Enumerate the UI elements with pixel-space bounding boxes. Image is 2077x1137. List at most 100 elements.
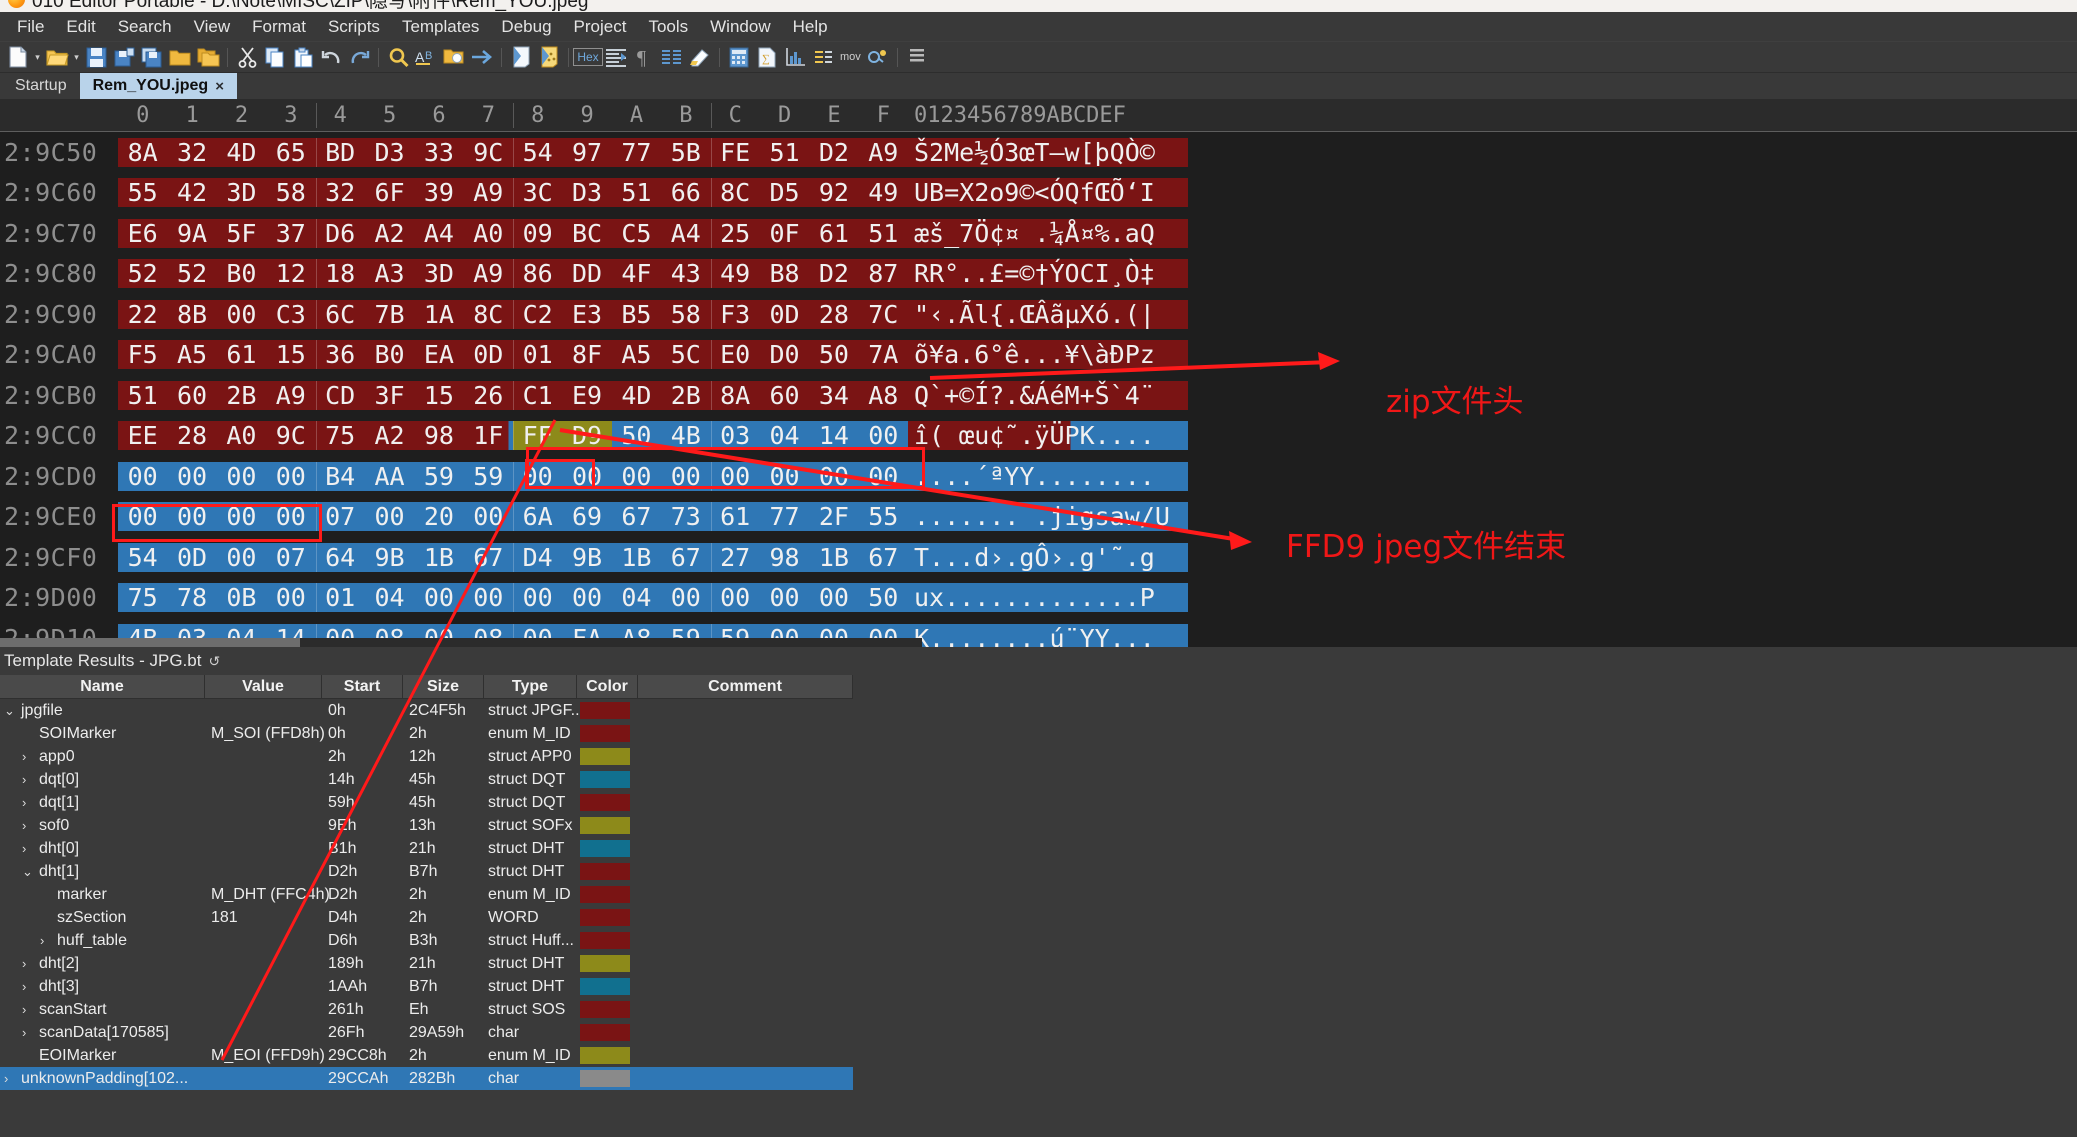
- hex-byte[interactable]: 00: [859, 462, 908, 491]
- column-header-size[interactable]: Size: [403, 674, 484, 699]
- row-name-cell[interactable]: › dqt[1]: [0, 794, 205, 812]
- chevron-right-icon[interactable]: ›: [22, 1025, 34, 1040]
- hex-byte[interactable]: 00: [711, 462, 760, 491]
- hex-byte[interactable]: D4: [513, 543, 562, 572]
- column-header-comment[interactable]: Comment: [638, 674, 853, 699]
- hex-row-bytes[interactable]: 75 78 0B 00 01 04 00 00 00 00 04 00 00 00 00 50: [118, 583, 908, 613]
- hex-byte[interactable]: 3C: [513, 178, 562, 207]
- color-swatch[interactable]: [580, 909, 630, 926]
- hex-byte[interactable]: E9: [562, 381, 611, 410]
- hex-byte[interactable]: 09: [513, 219, 562, 248]
- hex-byte[interactable]: F3: [711, 300, 760, 329]
- hex-byte[interactable]: 00: [464, 502, 513, 531]
- hex-byte[interactable]: 49: [711, 259, 760, 288]
- hex-byte[interactable]: 9C: [266, 421, 315, 450]
- color-swatch[interactable]: [580, 725, 630, 742]
- folder-copy-icon[interactable]: [195, 44, 221, 70]
- hex-byte[interactable]: 00: [217, 502, 266, 531]
- hex-horizontal-scrollbar[interactable]: [0, 638, 922, 647]
- hex-byte[interactable]: 58: [661, 300, 710, 329]
- row-name-cell[interactable]: › dht[2]: [0, 955, 205, 973]
- table-row[interactable]: EOIMarker M_EOI (FFD9h) 29CC8h 2h enum M_ID: [0, 1044, 853, 1067]
- hex-byte[interactable]: 92: [809, 178, 858, 207]
- save-icon[interactable]: [83, 44, 109, 70]
- hex-byte[interactable]: 15: [266, 340, 315, 369]
- hex-byte[interactable]: 54: [513, 138, 562, 167]
- hex-byte[interactable]: 03: [711, 421, 760, 450]
- hex-byte[interactable]: 00: [612, 462, 661, 491]
- hex-byte[interactable]: 9B: [365, 543, 414, 572]
- hex-byte[interactable]: F5: [118, 340, 167, 369]
- hex-byte[interactable]: E3: [562, 300, 611, 329]
- hex-byte[interactable]: 12: [266, 259, 315, 288]
- menu-item-project[interactable]: Project: [563, 13, 638, 41]
- row-name-cell[interactable]: › scanData[170585]: [0, 1024, 205, 1042]
- hex-byte[interactable]: A2: [365, 219, 414, 248]
- hex-row[interactable]: 2:9CB0 51 60 2B A9 CD 3F 15 26 C1 E9 4D 2B 8A 60 34 A8 Q`…: [0, 375, 2077, 416]
- hex-byte[interactable]: 0B: [217, 583, 266, 612]
- hex-byte[interactable]: 14: [809, 421, 858, 450]
- hex-byte[interactable]: 00: [809, 583, 858, 612]
- template-results-table[interactable]: Name Value Start Size Type Color Comment…: [0, 674, 853, 1090]
- row-name-cell[interactable]: ⌄ dht[1]: [0, 863, 205, 881]
- table-row[interactable]: › huff_table D6h B3h struct Huff...: [0, 929, 853, 952]
- hex-byte[interactable]: 58: [266, 178, 315, 207]
- hex-byte[interactable]: A4: [661, 219, 710, 248]
- reload-template-icon[interactable]: ↺: [208, 653, 220, 670]
- column-header-color[interactable]: Color: [577, 674, 638, 699]
- histogram-icon[interactable]: [782, 44, 808, 70]
- table-row[interactable]: ⌄ dht[1] D2h B7h struct DHT: [0, 860, 853, 883]
- find-magnifier-icon[interactable]: [385, 44, 411, 70]
- hex-byte[interactable]: A0: [217, 421, 266, 450]
- chevron-right-icon[interactable]: ›: [22, 818, 34, 833]
- hex-byte[interactable]: 6A: [513, 502, 562, 531]
- hex-byte[interactable]: 59: [414, 462, 463, 491]
- indent-icon[interactable]: [603, 44, 629, 70]
- hex-row-ascii[interactable]: ux.............P: [908, 583, 1188, 613]
- hex-byte[interactable]: 42: [167, 178, 216, 207]
- hex-byte[interactable]: 60: [167, 381, 216, 410]
- menu-item-scripts[interactable]: Scripts: [317, 13, 391, 41]
- chevron-right-icon[interactable]: ›: [22, 956, 34, 971]
- chevron-right-icon[interactable]: ›: [22, 749, 34, 764]
- hex-byte[interactable]: 25: [711, 219, 760, 248]
- hex-row-ascii[interactable]: RR°..£=©†ÝOCI¸Ò‡: [908, 259, 1188, 289]
- hex-byte[interactable]: C3: [266, 300, 315, 329]
- hex-byte[interactable]: A9: [859, 138, 908, 167]
- hex-byte[interactable]: A0: [464, 219, 513, 248]
- open-folder-icon[interactable]: [44, 44, 70, 70]
- chevron-right-icon[interactable]: ›: [40, 933, 52, 948]
- hex-row[interactable]: 2:9C90 22 8B 00 C3 6C 7B 1A 8C C2 E3 B5 58 F3 0D 28 7C "‹…: [0, 294, 2077, 335]
- row-color-cell[interactable]: [577, 748, 638, 765]
- row-name-cell[interactable]: EOIMarker: [0, 1047, 205, 1065]
- hex-byte[interactable]: BC: [562, 219, 611, 248]
- row-color-cell[interactable]: [577, 794, 638, 811]
- hex-byte[interactable]: 32: [167, 138, 216, 167]
- hex-editor-pane[interactable]: 0123456789ABCDEF 0123456789ABCDEF 2:9C50…: [0, 99, 2077, 647]
- row-color-cell[interactable]: [577, 702, 638, 719]
- tab-startup[interactable]: Startup: [2, 73, 80, 99]
- hex-byte[interactable]: EE: [118, 421, 167, 450]
- hex-byte[interactable]: A9: [464, 259, 513, 288]
- hex-byte[interactable]: 50: [859, 583, 908, 612]
- hex-byte[interactable]: 28: [167, 421, 216, 450]
- color-swatch[interactable]: [580, 817, 630, 834]
- hex-byte[interactable]: 1B: [809, 543, 858, 572]
- hex-byte[interactable]: 73: [661, 502, 710, 531]
- hex-byte[interactable]: 97: [562, 138, 611, 167]
- hex-byte[interactable]: CD: [316, 381, 365, 410]
- new-file-icon[interactable]: [5, 44, 31, 70]
- row-color-cell[interactable]: [577, 817, 638, 834]
- hex-byte[interactable]: 00: [414, 583, 463, 612]
- hex-byte[interactable]: A4: [414, 219, 463, 248]
- hex-byte[interactable]: 04: [612, 583, 661, 612]
- hex-row-ascii[interactable]: õ¥a.6°ê...¥\àÐPz: [908, 340, 1188, 370]
- color-swatch[interactable]: [580, 863, 630, 880]
- hex-byte[interactable]: 8C: [464, 300, 513, 329]
- hex-row-bytes[interactable]: E6 9A 5F 37 D6 A2 A4 A0 09 BC C5 A4 25 0F 61 51: [118, 218, 908, 248]
- hex-byte[interactable]: 00: [760, 583, 809, 612]
- hex-byte[interactable]: 50: [809, 340, 858, 369]
- hex-byte[interactable]: FE: [711, 138, 760, 167]
- hex-byte[interactable]: 6C: [316, 300, 365, 329]
- hex-row[interactable]: 2:9D00 75 78 0B 00 01 04 00 00 00 00 04 00 00 00 00 50 ux…: [0, 578, 2077, 619]
